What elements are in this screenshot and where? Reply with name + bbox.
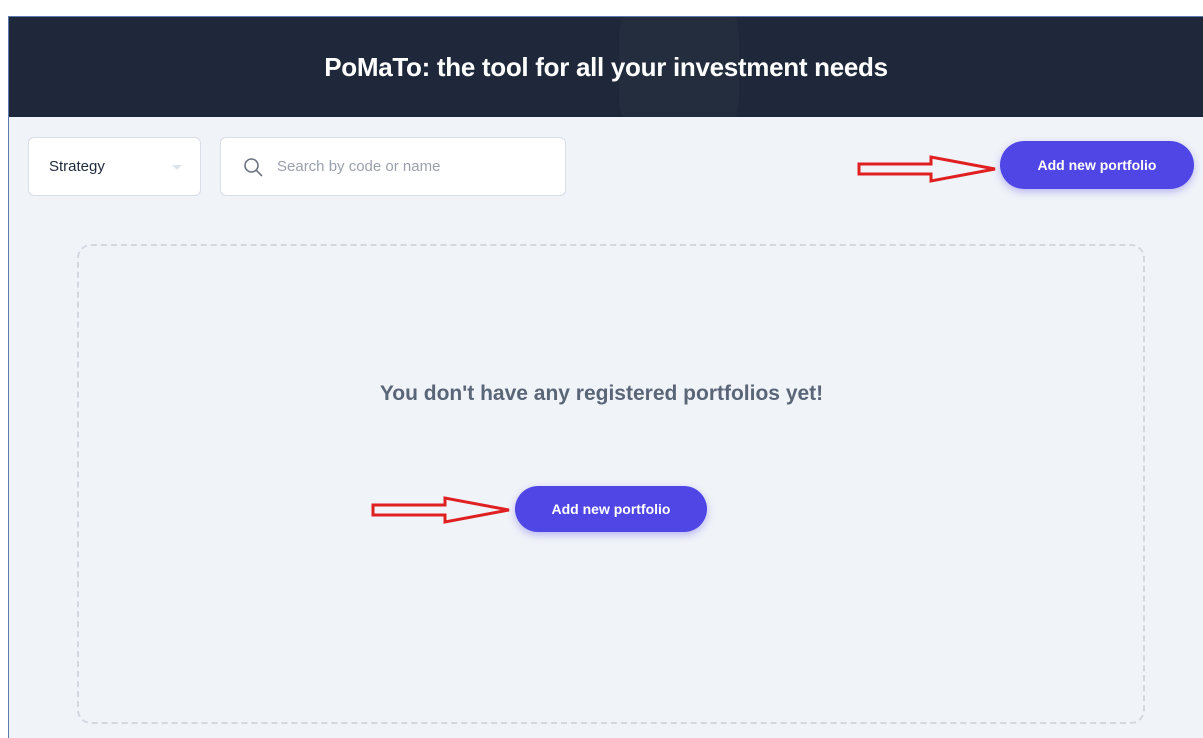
strategy-select[interactable]: Strategy [28, 137, 201, 196]
app-window: PoMaTo: the tool for all your investment… [8, 16, 1203, 738]
empty-state-add-portfolio-button[interactable]: Add new portfolio [515, 486, 707, 532]
empty-state-message: You don't have any registered portfolios… [379, 382, 824, 405]
chevron-down-icon [172, 165, 182, 170]
app-header: PoMaTo: the tool for all your investment… [9, 17, 1203, 117]
add-portfolio-button[interactable]: Add new portfolio [1000, 141, 1194, 189]
search-icon [244, 157, 263, 176]
arrow-right-icon [857, 155, 996, 183]
search-box[interactable] [220, 137, 566, 196]
search-input[interactable] [277, 158, 537, 175]
page-title: PoMaTo: the tool for all your investment… [324, 51, 888, 82]
strategy-select-label: Strategy [49, 158, 105, 175]
empty-state-panel [77, 244, 1145, 724]
arrow-right-icon [371, 496, 510, 524]
